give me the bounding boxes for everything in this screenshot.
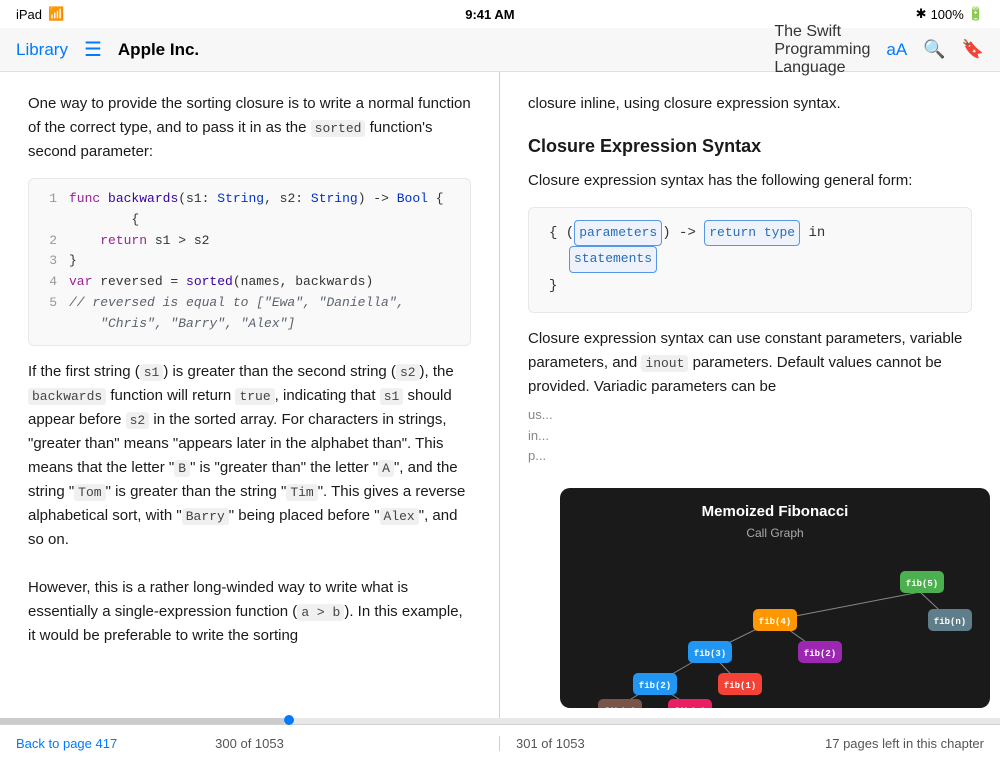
syntax-line-3: } bbox=[549, 273, 951, 300]
svg-text:fib(4): fib(4) bbox=[759, 617, 791, 627]
bottom-right: 301 of 1053 17 pages left in this chapte… bbox=[500, 736, 1000, 751]
section-heading: Closure Expression Syntax bbox=[528, 132, 972, 161]
syntax-line-2: statements bbox=[549, 246, 951, 273]
code-line-2: 2 return s1 > s2 bbox=[43, 231, 456, 252]
page-left: One way to provide the sorting closure i… bbox=[0, 72, 500, 718]
svg-text:fib(1): fib(1) bbox=[604, 707, 636, 708]
paragraph-1: If the first string (s1) is greater than… bbox=[28, 360, 471, 552]
chapter-pages-left: 17 pages left in this chapter bbox=[825, 736, 984, 751]
svg-text:fib(1): fib(1) bbox=[724, 681, 756, 691]
svg-text:fib(3): fib(3) bbox=[694, 649, 726, 659]
library-link[interactable]: Library bbox=[16, 40, 68, 60]
time-display: 9:41 AM bbox=[465, 7, 514, 22]
code-line-4: 4 var reversed = sorted(names, backwards… bbox=[43, 272, 456, 293]
device-label: iPad bbox=[16, 7, 42, 22]
intro-paragraph: One way to provide the sorting closure i… bbox=[28, 92, 471, 164]
progress-fill bbox=[0, 718, 284, 724]
battery-icon: 🔋 bbox=[968, 6, 984, 22]
syntax-box: { (parameters) -> return type in stateme… bbox=[528, 207, 972, 313]
wifi-icon: 📶 bbox=[48, 6, 64, 22]
page-right: closure inline, using closure expression… bbox=[500, 72, 1000, 718]
back-to-page-link[interactable]: Back to page 417 bbox=[16, 736, 117, 751]
video-title: Memoized Fibonacci bbox=[702, 500, 849, 524]
sorted-code: sorted bbox=[311, 120, 366, 137]
syntax-line-1: { (parameters) -> return type in bbox=[549, 220, 951, 247]
svg-text:fib(5): fib(5) bbox=[906, 579, 938, 589]
video-canvas: fib(5) fib(4) fib(n) fib(3) fib(2) fib(2… bbox=[560, 547, 990, 708]
paragraph-2: However, this is a rather long-winded wa… bbox=[28, 576, 471, 648]
page-number-right: 301 of 1053 bbox=[516, 736, 585, 751]
list-icon[interactable]: ☰ bbox=[84, 37, 102, 62]
bluetooth-icon: ✱ bbox=[916, 6, 927, 22]
nav-bar: Library ☰ Apple Inc. The Swift Programmi… bbox=[0, 28, 1000, 72]
section-intro: Closure expression syntax has the follow… bbox=[528, 169, 972, 193]
progress-bar-container[interactable] bbox=[0, 718, 1000, 724]
progress-thumb[interactable] bbox=[284, 715, 294, 725]
code-block: 1 func backwards(s1: String, s2: String)… bbox=[28, 178, 471, 346]
code-line-1: 1 func backwards(s1: String, s2: String)… bbox=[43, 189, 456, 210]
video-overlay[interactable]: Memoized Fibonacci Call Graph fib(5) bbox=[560, 488, 990, 708]
content-area: One way to provide the sorting closure i… bbox=[0, 72, 1000, 718]
page-number-left: 300 of 1053 bbox=[215, 736, 284, 751]
bottom-bar: Back to page 417 300 of 1053 301 of 1053… bbox=[0, 724, 1000, 762]
svg-text:fib(n): fib(n) bbox=[934, 617, 966, 627]
battery-label: 100% bbox=[931, 7, 964, 22]
parameters-badge: parameters bbox=[574, 220, 662, 247]
svg-text:fib(2): fib(2) bbox=[639, 681, 671, 691]
call-graph-svg: fib(5) fib(4) fib(n) fib(3) fib(2) fib(2… bbox=[560, 547, 990, 708]
nav-right: The Swift Programming Language aA 🔍 🔖 bbox=[784, 23, 984, 77]
svg-text:fib(2): fib(2) bbox=[804, 649, 836, 659]
paragraph-4-truncated: us...in...p... bbox=[528, 405, 972, 467]
code-line-5: 5 // reversed is equal to ["Ewa", "Danie… bbox=[43, 293, 456, 314]
bookmark-icon[interactable]: 🔖 bbox=[962, 39, 984, 60]
right-intro: closure inline, using closure expression… bbox=[528, 92, 972, 116]
code-line-5b: "Chris", "Barry", "Alex"] bbox=[43, 314, 456, 335]
bottom-left: Back to page 417 300 of 1053 bbox=[0, 736, 500, 751]
code-line-blank: { bbox=[43, 210, 456, 231]
paragraph-3: Closure expression syntax can use consta… bbox=[528, 327, 972, 399]
right-book-title: The Swift Programming Language bbox=[774, 23, 870, 77]
search-icon[interactable]: 🔍 bbox=[923, 39, 945, 60]
video-title-area: Memoized Fibonacci Call Graph bbox=[702, 488, 849, 547]
left-book-title: Apple Inc. bbox=[118, 40, 199, 60]
statements-badge: statements bbox=[569, 246, 657, 273]
status-right: ✱ 100% 🔋 bbox=[916, 6, 984, 22]
svg-text:fib(0): fib(0) bbox=[674, 707, 706, 708]
nav-left: Library ☰ Apple Inc. bbox=[16, 37, 216, 62]
video-subtitle: Call Graph bbox=[702, 524, 849, 543]
return-type-badge: return type bbox=[704, 220, 800, 247]
font-icon[interactable]: aA bbox=[886, 40, 907, 60]
status-left: iPad 📶 bbox=[16, 6, 64, 22]
code-line-3: 3 } bbox=[43, 251, 456, 272]
